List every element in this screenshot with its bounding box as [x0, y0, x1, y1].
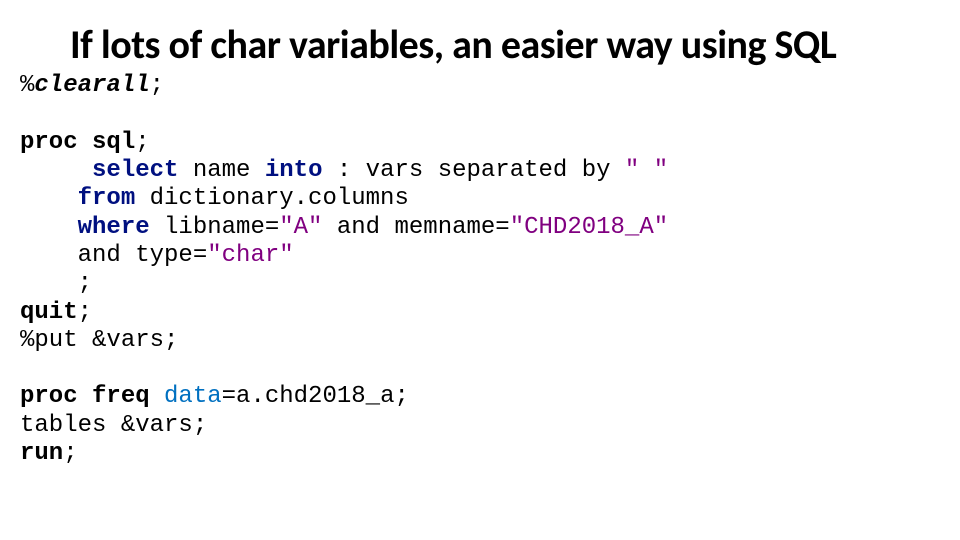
kw-select: select: [92, 157, 178, 184]
opt-data: data: [164, 383, 222, 410]
kw-quit: quit: [20, 299, 78, 326]
txt: dictionary.columns: [135, 185, 409, 212]
sc: ;: [63, 440, 77, 467]
indent: [20, 270, 78, 297]
macro-pct: %: [20, 72, 34, 99]
txt: =a.chd2018_a;: [222, 383, 409, 410]
txt: name: [178, 157, 264, 184]
indent: [20, 185, 78, 212]
kw-run: run: [20, 440, 63, 467]
slide: If lots of char variables, an easier way…: [0, 0, 960, 468]
sc: ;: [150, 72, 164, 99]
txt: libname=: [150, 214, 280, 241]
sc: ;: [135, 129, 149, 156]
indent: [20, 242, 78, 269]
str: "CHD2018_A": [510, 214, 668, 241]
txt: and type=: [78, 242, 208, 269]
indent: [20, 157, 92, 184]
txt: : vars separated by: [322, 157, 624, 184]
txt: and memname=: [322, 214, 509, 241]
sp: [150, 383, 164, 410]
indent: [20, 214, 78, 241]
kw-from: from: [78, 185, 136, 212]
kw-where: where: [78, 214, 150, 241]
tables-line: tables &vars;: [20, 412, 207, 439]
kw-sql: sql: [92, 129, 135, 156]
str: " ": [625, 157, 668, 184]
kw-freq: freq: [92, 383, 150, 410]
macro-name: clearall: [34, 72, 149, 99]
sc: ;: [78, 299, 92, 326]
kw-proc2: proc: [20, 383, 78, 410]
code-block: %clearall; proc sql; select name into : …: [20, 72, 940, 468]
kw-into: into: [265, 157, 323, 184]
str: "A": [279, 214, 322, 241]
str: "char": [207, 242, 293, 269]
sc: ;: [78, 270, 92, 297]
kw-proc: proc: [20, 129, 78, 156]
slide-title: If lots of char variables, an easier way…: [70, 24, 940, 66]
put-line: %put &vars;: [20, 327, 178, 354]
